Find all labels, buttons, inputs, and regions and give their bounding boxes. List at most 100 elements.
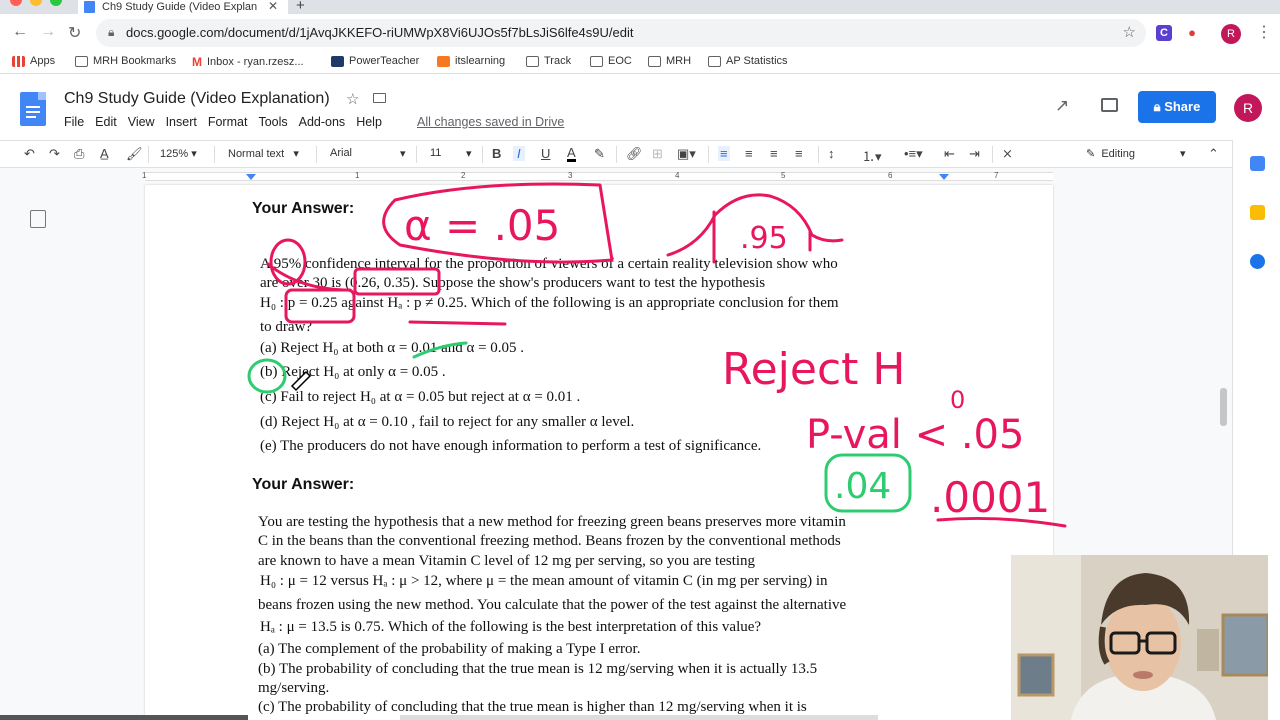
- question-line: A 95% confidence interval for the propor…: [260, 256, 838, 272]
- bookmark-track[interactable]: Track: [526, 55, 571, 67]
- align-right-icon[interactable]: ≡: [770, 146, 778, 161]
- decrease-indent-icon[interactable]: ⇤: [944, 146, 955, 162]
- extension-c-icon[interactable]: C: [1156, 25, 1172, 41]
- question-line: You are testing the hypothesis that a ne…: [258, 514, 846, 530]
- question-line: are over 30 is (0.26, 0.35). Suppose the…: [260, 275, 766, 291]
- bookmark-inbox[interactable]: M Inbox - ryan.rzesz...: [192, 55, 304, 69]
- save-status[interactable]: All changes saved in Drive: [417, 115, 564, 129]
- folder-icon: [75, 55, 88, 67]
- menu-addons[interactable]: Add-ons: [299, 115, 346, 129]
- menu-help[interactable]: Help: [356, 115, 382, 129]
- minimize-window-dot[interactable]: [30, 0, 42, 6]
- menu-format[interactable]: Format: [208, 115, 248, 129]
- formatting-toolbar: ↶ ↷ ⎙ A̲ 🖌︎ 125% ▾ Normal text ▾ Arial ▾ …: [0, 140, 1232, 168]
- close-window-dot[interactable]: [10, 0, 22, 6]
- menu-insert[interactable]: Insert: [166, 115, 197, 129]
- font-select[interactable]: Arial ▾: [330, 147, 406, 160]
- docs-favicon-icon: [84, 1, 95, 13]
- menu-tools[interactable]: Tools: [258, 115, 287, 129]
- clear-formatting-icon[interactable]: ⨯: [1002, 146, 1013, 162]
- menu-bar: File Edit View Insert Format Tools Add-o…: [64, 115, 393, 129]
- link-icon[interactable]: 🔗︎: [626, 146, 643, 162]
- left-indent-marker[interactable]: [246, 174, 256, 180]
- add-comment-icon[interactable]: ⊞: [652, 146, 663, 162]
- address-bar[interactable]: 🔒︎ docs.google.com/document/d/1jAvqJKKEF…: [96, 19, 1146, 47]
- folder-icon: [648, 55, 661, 67]
- forward-arrow-icon[interactable]: →: [40, 23, 56, 41]
- redo-icon[interactable]: ↷: [49, 146, 60, 162]
- share-button[interactable]: 🔒︎ Share: [1138, 91, 1216, 123]
- itslearning-icon: [437, 55, 450, 67]
- print-icon[interactable]: ⎙: [74, 146, 84, 162]
- align-left-icon[interactable]: ≡: [718, 146, 730, 161]
- browser-menu-icon[interactable]: ⋮: [1256, 22, 1272, 42]
- bulleted-list-icon[interactable]: •≡▾: [904, 146, 923, 162]
- bookmark-ap-statistics[interactable]: AP Statistics: [708, 55, 788, 67]
- undo-icon[interactable]: ↶: [24, 146, 35, 162]
- option-a: (a) The complement of the probability of…: [258, 641, 641, 657]
- video-buffer-bar: [400, 715, 878, 720]
- move-folder-icon[interactable]: [373, 93, 386, 103]
- star-icon[interactable]: ☆: [346, 90, 359, 108]
- docs-logo-icon[interactable]: [20, 92, 46, 126]
- option-c: (c) The probability of concluding that t…: [258, 699, 807, 715]
- align-center-icon[interactable]: ≡: [745, 146, 753, 161]
- comments-icon[interactable]: [1101, 98, 1118, 112]
- back-arrow-icon[interactable]: ←: [12, 23, 28, 41]
- tasks-icon[interactable]: [1250, 254, 1265, 269]
- right-indent-marker[interactable]: [939, 174, 949, 180]
- highlight-icon[interactable]: ✎: [594, 146, 605, 162]
- collapse-menus-icon[interactable]: ⌃: [1208, 146, 1219, 162]
- line-spacing-icon[interactable]: ↕: [828, 146, 835, 161]
- maximize-window-dot[interactable]: [50, 0, 62, 6]
- underline-icon[interactable]: U: [541, 146, 550, 161]
- keep-icon[interactable]: [1250, 205, 1265, 220]
- question-line: H₀ : μ = 12 versus Hₐ : μ > 12, where μ …: [260, 573, 828, 589]
- numbered-list-icon[interactable]: ⒈▾: [862, 146, 882, 165]
- font-size-select[interactable]: 11 ▾: [430, 147, 472, 160]
- close-tab-icon[interactable]: ✕: [268, 0, 278, 13]
- bookmark-eoc[interactable]: EOC: [590, 55, 632, 67]
- document-title[interactable]: Ch9 Study Guide (Video Explanation): [64, 90, 330, 108]
- reload-icon[interactable]: ↻: [68, 23, 81, 43]
- document-outline-icon[interactable]: [30, 210, 46, 228]
- question-line: are known to have a mean Vitamin C level…: [258, 553, 756, 569]
- account-avatar[interactable]: R: [1234, 94, 1262, 122]
- editing-mode-select[interactable]: ✎ Editing ▾: [1086, 147, 1186, 160]
- browser-profile-avatar[interactable]: R: [1221, 24, 1241, 44]
- question-line: H₀ : p = 0.25 against Hₐ : p ≠ 0.25. Whi…: [260, 295, 839, 311]
- browser-tab[interactable]: Ch9 Study Guide (Video Explan ✕: [78, 0, 288, 14]
- bookmark-star-icon[interactable]: ☆: [1123, 23, 1136, 41]
- increase-indent-icon[interactable]: ⇥: [969, 146, 980, 162]
- bold-icon[interactable]: B: [492, 146, 501, 161]
- new-tab-icon[interactable]: +: [296, 0, 305, 14]
- bookmark-mrh-bookmarks[interactable]: MRH Bookmarks: [75, 55, 176, 67]
- bookmark-mrh[interactable]: MRH: [648, 55, 691, 67]
- justify-icon[interactable]: ≡: [795, 146, 803, 161]
- spellcheck-icon[interactable]: A̲: [100, 146, 109, 161]
- option-e: (e) The producers do not have enough inf…: [260, 438, 762, 454]
- italic-icon[interactable]: I: [513, 146, 525, 161]
- video-progress-bar: [0, 715, 248, 720]
- scrollbar-thumb[interactable]: [1220, 388, 1227, 426]
- browser-tab-strip: Ch9 Study Guide (Video Explan ✕ +: [0, 0, 1280, 14]
- insert-image-icon[interactable]: ▣▾: [677, 146, 696, 162]
- folder-icon: [590, 55, 603, 67]
- menu-edit[interactable]: Edit: [95, 115, 117, 129]
- question-line: C in the beans than the conventional fre…: [258, 533, 841, 549]
- bookmark-powerteacher[interactable]: PowerTeacher: [331, 55, 419, 67]
- option-d: (d) Reject H₀ at α = 0.10 , fail to reje…: [260, 414, 635, 430]
- bookmark-apps[interactable]: Apps: [12, 55, 55, 67]
- activity-trend-icon[interactable]: ↗: [1055, 96, 1069, 116]
- question-line: beans frozen using the new method. You c…: [258, 597, 847, 613]
- style-select[interactable]: Normal text ▾: [228, 147, 299, 160]
- text-color-icon[interactable]: A: [567, 146, 576, 162]
- calendar-icon[interactable]: [1250, 156, 1265, 171]
- paint-format-icon[interactable]: 🖌︎: [126, 146, 143, 162]
- bookmark-itslearning[interactable]: itslearning: [437, 55, 505, 67]
- menu-view[interactable]: View: [128, 115, 155, 129]
- ruler: 1 1 2 3 4 5 6 7: [0, 168, 1232, 185]
- extension-record-icon[interactable]: ●: [1184, 25, 1200, 41]
- menu-file[interactable]: File: [64, 115, 84, 129]
- zoom-select[interactable]: 125% ▾: [160, 147, 197, 160]
